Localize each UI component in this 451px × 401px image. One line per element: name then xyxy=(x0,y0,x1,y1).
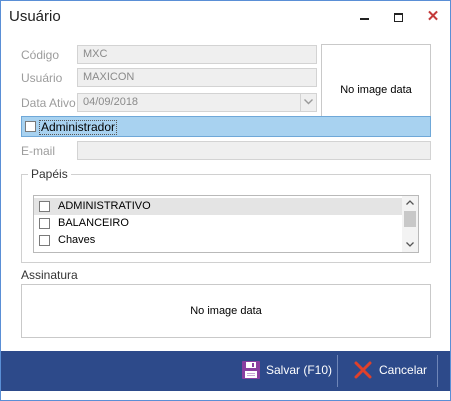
list-scrollbar[interactable] xyxy=(402,196,418,252)
scroll-up-button[interactable] xyxy=(402,196,418,210)
user-dialog: Usuário ✕ Código MXC Usuário MAXICON Dat… xyxy=(0,0,451,401)
data-ativo-label: Data Ativo xyxy=(21,96,76,110)
administrador-checkbox-row[interactable]: Administrador xyxy=(21,116,431,137)
list-item-label: Chaves xyxy=(58,234,96,246)
list-item-checkbox[interactable] xyxy=(39,201,50,212)
administrador-checkbox[interactable] xyxy=(25,121,36,132)
list-item-label: ADMINISTRATIVO xyxy=(58,200,151,212)
footer-separator xyxy=(437,355,438,387)
save-button-label: Salvar (F10) xyxy=(266,363,333,377)
email-label: E-mail xyxy=(21,144,56,158)
usuario-label: Usuário xyxy=(21,71,63,85)
assinatura-box[interactable]: No image data xyxy=(21,284,431,338)
save-icon xyxy=(242,361,260,379)
list-item[interactable]: Chaves xyxy=(34,232,403,249)
data-ativo-value: 04/09/2018 xyxy=(83,96,139,108)
chevron-down-icon xyxy=(304,99,313,105)
codigo-field[interactable]: MXC xyxy=(77,45,317,64)
papeis-title: Papéis xyxy=(28,167,71,181)
list-item-checkbox[interactable] xyxy=(39,235,50,246)
cancel-button-label: Cancelar xyxy=(379,363,428,377)
cancel-icon xyxy=(354,361,372,379)
assinatura-label: Assinatura xyxy=(21,268,78,282)
scroll-thumb[interactable] xyxy=(404,211,416,227)
title-bar: Usuário ✕ xyxy=(1,1,450,34)
scroll-down-button[interactable] xyxy=(402,238,418,252)
minimize-icon xyxy=(360,18,369,20)
codigo-label: Código xyxy=(21,48,60,62)
chevron-up-icon xyxy=(406,200,414,205)
list-item[interactable]: BALANCEIRO xyxy=(34,215,403,232)
maximize-button[interactable] xyxy=(382,1,416,34)
footer-bar: Salvar (F10) Cancelar xyxy=(1,351,450,391)
list-item-checkbox[interactable] xyxy=(39,218,50,229)
assinatura-placeholder-text: No image data xyxy=(190,305,262,317)
papeis-groupbox: Papéis ADMINISTRATIVO BALANCEIRO Chaves xyxy=(21,167,431,263)
minimize-button[interactable] xyxy=(348,1,382,34)
maximize-icon xyxy=(394,13,403,22)
list-item-label: BALANCEIRO xyxy=(58,217,129,229)
chevron-down-icon xyxy=(406,242,414,247)
email-field[interactable] xyxy=(77,141,431,160)
papeis-list[interactable]: ADMINISTRATIVO BALANCEIRO Chaves xyxy=(33,195,419,253)
list-item[interactable]: ADMINISTRATIVO xyxy=(34,198,403,215)
footer-separator xyxy=(337,355,338,387)
data-ativo-field[interactable]: 04/09/2018 xyxy=(77,93,317,112)
cancel-button[interactable]: Cancelar xyxy=(351,351,431,391)
photo-placeholder-text: No image data xyxy=(340,84,412,96)
administrador-label: Administrador xyxy=(39,120,118,135)
save-button[interactable]: Salvar (F10) xyxy=(237,351,333,391)
usuario-field[interactable]: MAXICON xyxy=(77,68,317,87)
close-button[interactable]: ✕ xyxy=(416,1,450,34)
window-title: Usuário xyxy=(9,8,61,25)
close-icon: ✕ xyxy=(426,8,440,25)
date-dropdown-button[interactable] xyxy=(300,94,316,111)
